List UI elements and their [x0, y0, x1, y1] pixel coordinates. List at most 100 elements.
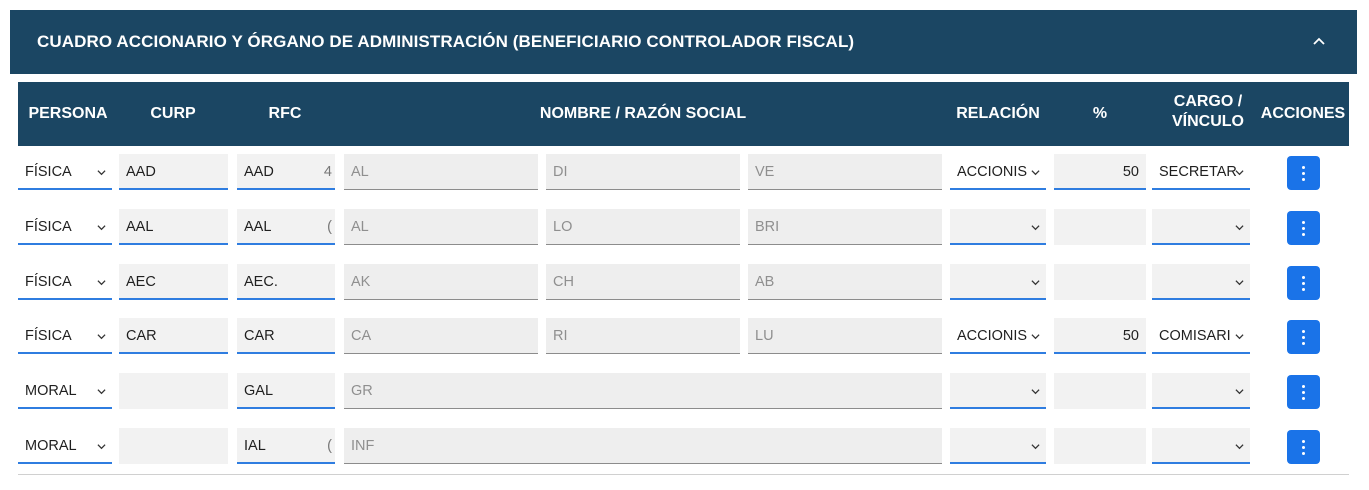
chevron-down-icon: [1031, 444, 1040, 450]
row-actions-button[interactable]: [1287, 156, 1320, 190]
persona-select[interactable]: FÍSICA: [18, 154, 112, 190]
row-actions-button[interactable]: [1287, 375, 1320, 409]
persona-select[interactable]: FÍSICA: [18, 209, 112, 245]
cargo-value: COMISARI: [1159, 328, 1231, 344]
header-nombre: NOMBRE / RAZÓN SOCIAL: [539, 105, 747, 122]
persona-value: FÍSICA: [25, 328, 72, 344]
row-actions-button[interactable]: [1287, 430, 1320, 464]
rfc-input[interactable]: AEC.: [237, 264, 335, 300]
chevron-down-icon: [97, 444, 106, 450]
apellido-materno-input[interactable]: VE: [748, 154, 942, 190]
chevron-down-icon: [1235, 444, 1244, 450]
relacion-select[interactable]: [950, 209, 1046, 245]
persona-select[interactable]: FÍSICA: [18, 318, 112, 354]
header-persona: PERSONA: [28, 105, 108, 122]
chevron-down-icon: [1235, 225, 1244, 231]
table-row: MORAL IAL ( INF: [18, 421, 1349, 465]
porcentaje-input[interactable]: [1054, 264, 1146, 300]
header-relacion: RELACIÓN: [956, 105, 1040, 122]
cargo-select[interactable]: SECRETAR: [1152, 154, 1250, 190]
porcentaje-input[interactable]: [1054, 373, 1146, 409]
cargo-value: SECRETAR: [1159, 164, 1237, 180]
porcentaje-input[interactable]: 50: [1054, 154, 1146, 190]
rfc-value: GAL: [244, 383, 274, 399]
header-porcentaje: %: [1092, 105, 1108, 122]
nombre-input[interactable]: AL: [344, 154, 538, 190]
relacion-select[interactable]: [950, 428, 1046, 464]
table-row: FÍSICA CAR CAR CA RI LU ACCIONIS 50 COMI…: [18, 311, 1349, 355]
curp-input[interactable]: CAR: [119, 318, 228, 354]
persona-value: MORAL: [25, 383, 77, 399]
chevron-down-icon: [1031, 334, 1040, 340]
cargo-select[interactable]: [1152, 209, 1250, 245]
persona-value: MORAL: [25, 438, 77, 454]
porcentaje-input[interactable]: [1054, 209, 1146, 245]
curp-input[interactable]: AAD: [119, 154, 228, 190]
relacion-select[interactable]: ACCIONIS: [950, 318, 1046, 354]
chevron-down-icon: [1031, 170, 1040, 176]
curp-input[interactable]: [119, 373, 228, 409]
apellido-paterno-input[interactable]: LO: [546, 209, 740, 245]
rfc-value: CAR: [244, 328, 275, 344]
persona-select[interactable]: MORAL: [18, 428, 112, 464]
header-cargo: CARGO / VÍNCULO: [1158, 92, 1258, 132]
razon-social-input[interactable]: INF: [344, 428, 942, 464]
relacion-select[interactable]: [950, 373, 1046, 409]
rfc-tail: (: [327, 219, 332, 235]
chevron-down-icon: [1031, 389, 1040, 395]
rfc-input[interactable]: IAL (: [237, 428, 335, 464]
persona-select[interactable]: MORAL: [18, 373, 112, 409]
chevron-up-icon[interactable]: [1311, 34, 1327, 50]
header-cargo-line2: VÍNCULO: [1172, 113, 1244, 130]
curp-input[interactable]: AAL: [119, 209, 228, 245]
rfc-tail: (: [327, 438, 332, 454]
rfc-input[interactable]: GAL: [237, 373, 335, 409]
relacion-select[interactable]: [950, 264, 1046, 300]
chevron-down-icon: [97, 225, 106, 231]
table-row: FÍSICA AAD AAD 4 AL DI VE ACCIONIS 50 SEC…: [18, 147, 1349, 191]
table-row: FÍSICA AAL AAL ( AL LO BRI: [18, 202, 1349, 246]
header-acciones: ACCIONES: [1260, 105, 1346, 122]
apellido-materno-input[interactable]: AB: [748, 264, 942, 300]
rfc-tail: 4: [323, 164, 332, 180]
apellido-paterno-input[interactable]: RI: [546, 318, 740, 354]
razon-social-input[interactable]: GR: [344, 373, 942, 409]
row-actions-button[interactable]: [1287, 266, 1320, 300]
app-frame: CUADRO ACCIONARIO Y ÓRGANO DE ADMINISTRA…: [0, 0, 1369, 490]
panel-title: CUADRO ACCIONARIO Y ÓRGANO DE ADMINISTRA…: [37, 32, 855, 51]
persona-select[interactable]: FÍSICA: [18, 264, 112, 300]
rfc-value: AEC.: [244, 274, 278, 290]
chevron-down-icon: [97, 280, 106, 286]
nombre-input[interactable]: CA: [344, 318, 538, 354]
row-actions-button[interactable]: [1287, 320, 1320, 354]
cargo-select[interactable]: [1152, 264, 1250, 300]
nombre-input[interactable]: AK: [344, 264, 538, 300]
porcentaje-input[interactable]: [1054, 428, 1146, 464]
header-cargo-line1: CARGO /: [1173, 93, 1243, 110]
rfc-input[interactable]: AAL (: [237, 209, 335, 245]
rfc-value: AAD: [244, 164, 274, 180]
apellido-materno-input[interactable]: LU: [748, 318, 942, 354]
cargo-select[interactable]: COMISARI: [1152, 318, 1250, 354]
panel-header[interactable]: CUADRO ACCIONARIO Y ÓRGANO DE ADMINISTRA…: [10, 10, 1357, 74]
cargo-select[interactable]: [1152, 428, 1250, 464]
rfc-input[interactable]: CAR: [237, 318, 335, 354]
table-row: MORAL GAL GR: [18, 366, 1349, 410]
rfc-value: AAL: [244, 219, 272, 235]
apellido-paterno-input[interactable]: CH: [546, 264, 740, 300]
relacion-select[interactable]: ACCIONIS: [950, 154, 1046, 190]
apellido-paterno-input[interactable]: DI: [546, 154, 740, 190]
persona-value: FÍSICA: [25, 274, 72, 290]
relacion-value: ACCIONIS: [957, 328, 1028, 344]
cargo-select[interactable]: [1152, 373, 1250, 409]
persona-value: FÍSICA: [25, 219, 72, 235]
apellido-materno-input[interactable]: BRI: [748, 209, 942, 245]
chevron-down-icon: [1235, 334, 1244, 340]
porcentaje-input[interactable]: 50: [1054, 318, 1146, 354]
persona-value: FÍSICA: [25, 164, 72, 180]
curp-input[interactable]: AEC: [119, 264, 228, 300]
nombre-input[interactable]: AL: [344, 209, 538, 245]
curp-input[interactable]: [119, 428, 228, 464]
row-actions-button[interactable]: [1287, 211, 1320, 245]
rfc-input[interactable]: AAD 4: [237, 154, 335, 190]
